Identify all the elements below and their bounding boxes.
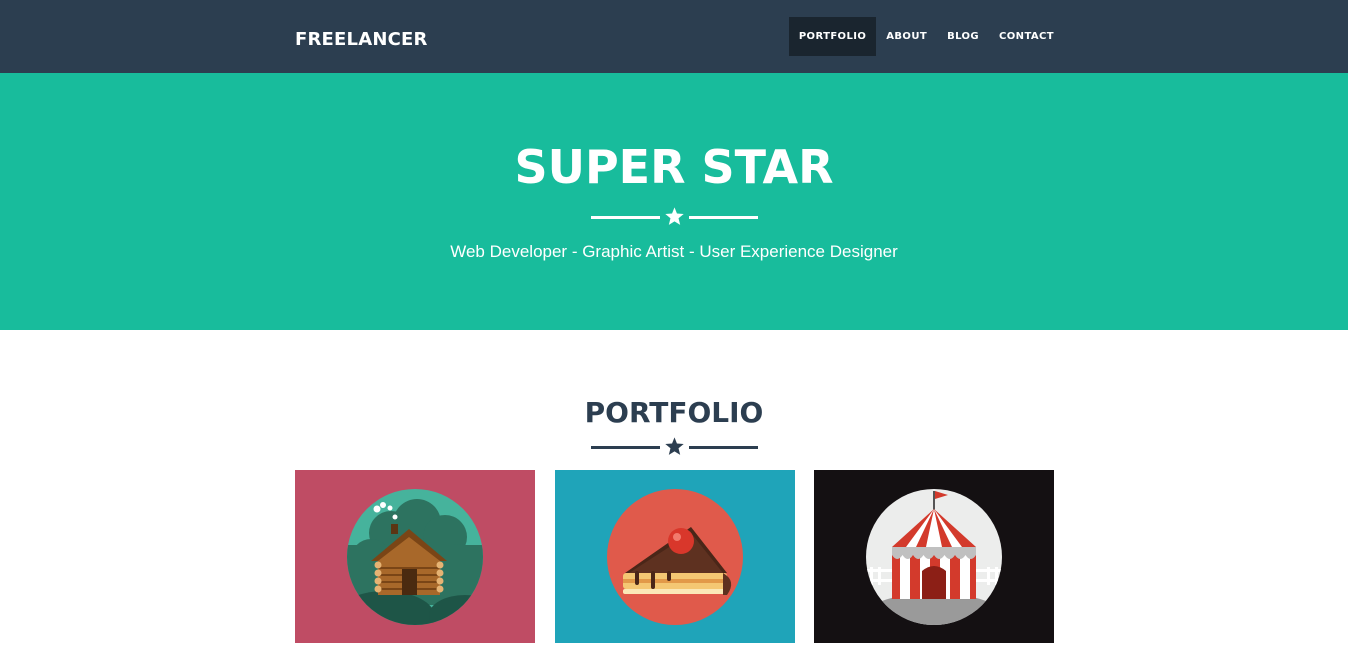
cake-icon (607, 488, 743, 625)
hero-star-divider (591, 206, 758, 228)
cabin-icon (347, 488, 483, 625)
divider-line-right (689, 216, 758, 219)
nav-contact[interactable]: CONTACT (989, 17, 1064, 56)
hero-subtitle: Web Developer - Graphic Artist - User Ex… (450, 242, 898, 261)
navbar: FREELANCER PORTFOLIO ABOUT BLOG CONTACT (0, 0, 1348, 73)
brand-link[interactable]: FREELANCER (295, 29, 428, 51)
hero-section: SUPER STAR Web Developer - Graphic Artis… (0, 73, 1348, 330)
divider-line-right (689, 446, 758, 449)
portfolio-item-cabin[interactable] (295, 470, 535, 643)
nav-portfolio[interactable]: PORTFOLIO (788, 17, 877, 56)
portfolio-title: PORTFOLIO (584, 396, 764, 429)
nav-blog[interactable]: BLOG (937, 17, 989, 56)
hero-title: SUPER STAR (514, 140, 834, 194)
portfolio-item-cake[interactable] (555, 470, 795, 643)
portfolio-item-circus[interactable] (814, 470, 1054, 643)
star-icon (665, 207, 684, 225)
divider-line-left (591, 446, 660, 449)
portfolio-star-divider (591, 436, 758, 458)
star-icon (665, 437, 684, 455)
divider-line-left (591, 216, 660, 219)
nav-about[interactable]: ABOUT (876, 17, 937, 56)
nav-menu: PORTFOLIO ABOUT BLOG CONTACT (788, 17, 1064, 56)
circus-tent-icon (866, 488, 1002, 625)
